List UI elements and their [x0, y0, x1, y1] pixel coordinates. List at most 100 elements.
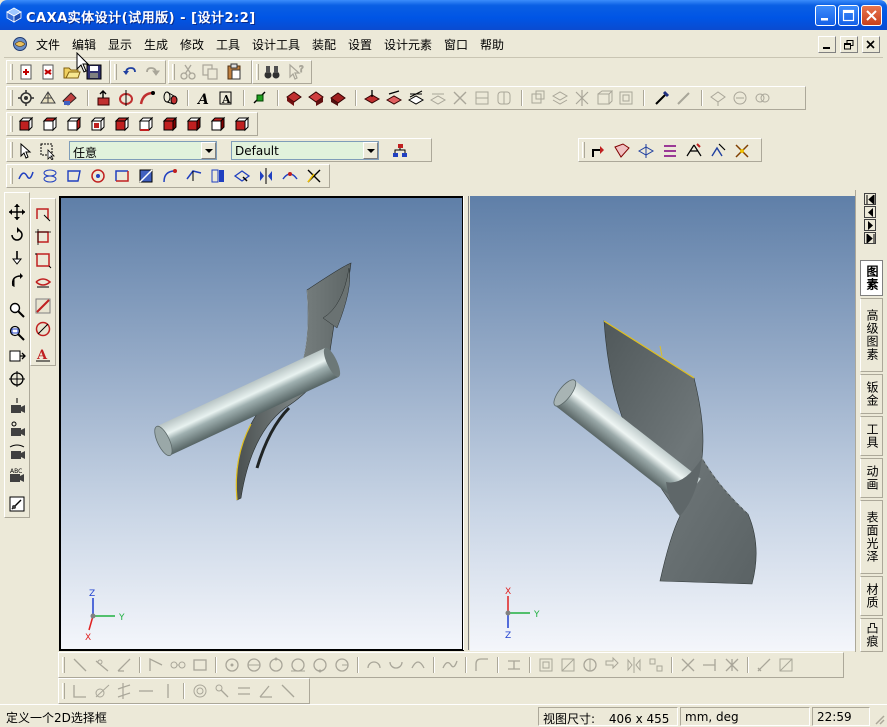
constraint-tangent-button[interactable]: [93, 682, 111, 700]
orbit-button[interactable]: [8, 226, 26, 244]
tab-prev-button[interactable]: [864, 206, 876, 218]
look-at-button[interactable]: [8, 370, 26, 388]
analysis-2-button[interactable]: [731, 89, 749, 107]
select-pointer-button[interactable]: [17, 142, 35, 160]
surface-5-button[interactable]: [685, 142, 703, 160]
surface-3-button[interactable]: [637, 142, 655, 160]
redo-button[interactable]: [143, 63, 161, 81]
menu-generate[interactable]: 生成: [144, 36, 168, 53]
draw-project-2-button[interactable]: [559, 656, 577, 674]
model-render-right[interactable]: X Y Z: [470, 196, 855, 651]
surface-6-button[interactable]: [709, 142, 727, 160]
style-select[interactable]: Default: [231, 141, 379, 160]
boolean-2-button[interactable]: [551, 89, 569, 107]
pan-button[interactable]: [8, 203, 26, 221]
camera-3-button[interactable]: [8, 443, 26, 461]
tab-next-button[interactable]: [864, 219, 876, 231]
camera-1-button[interactable]: [8, 397, 26, 415]
smart-snap-button[interactable]: [251, 89, 269, 107]
constraint-perpendicular-button[interactable]: [71, 682, 89, 700]
edit-shape-button[interactable]: [8, 495, 26, 513]
draw-line-button[interactable]: [71, 656, 89, 674]
new-file-button[interactable]: [17, 63, 35, 81]
tab-animation[interactable]: 动画: [860, 458, 883, 498]
new-design-button[interactable]: [39, 63, 57, 81]
curve-10-button[interactable]: [233, 167, 251, 185]
constraint-equal-button[interactable]: [235, 682, 253, 700]
model-render-left[interactable]: Z Y X: [61, 198, 462, 649]
menu-window[interactable]: 窗口: [444, 36, 468, 53]
curve-13-button[interactable]: [305, 167, 323, 185]
mdi-close-button[interactable]: [862, 36, 880, 53]
menu-modify[interactable]: 修改: [180, 36, 204, 53]
curve-9-button[interactable]: [209, 167, 227, 185]
menu-settings[interactable]: 设置: [348, 36, 372, 53]
boolean-1-button[interactable]: [529, 89, 547, 107]
fillet-button[interactable]: [307, 89, 325, 107]
menu-design-elements[interactable]: 设计元素: [384, 36, 432, 53]
draw-angle-button[interactable]: [115, 656, 133, 674]
menu-file[interactable]: 文件: [36, 36, 60, 53]
document-icon[interactable]: [12, 36, 28, 52]
menu-help[interactable]: 帮助: [480, 36, 504, 53]
tab-material[interactable]: 材质: [860, 576, 883, 616]
tab-last-button[interactable]: [864, 232, 876, 244]
draw-arc-1-button[interactable]: [365, 656, 383, 674]
render-button[interactable]: [263, 63, 281, 81]
curve-8-button[interactable]: [185, 167, 203, 185]
view-front-button[interactable]: [17, 115, 35, 133]
surface-2-button[interactable]: [613, 142, 631, 160]
tab-first-button[interactable]: [864, 193, 876, 205]
draw-convert-button[interactable]: [603, 656, 621, 674]
text-button[interactable]: A: [195, 89, 213, 107]
close-button[interactable]: [861, 5, 882, 26]
face-edit-7-button[interactable]: [495, 89, 513, 107]
sketch-3-button[interactable]: [34, 251, 52, 269]
dynamic-rotate-button[interactable]: [8, 272, 26, 290]
shape-tool-1-button[interactable]: [17, 89, 35, 107]
curve-5-button[interactable]: [113, 167, 131, 185]
view-iso-1-button[interactable]: [161, 115, 179, 133]
view-back-button[interactable]: [41, 115, 59, 133]
menu-edit[interactable]: 编辑: [72, 36, 96, 53]
shape-tool-3-button[interactable]: [61, 89, 79, 107]
view-iso-2-button[interactable]: [185, 115, 203, 133]
view-top-button[interactable]: [113, 115, 131, 133]
style-dropdown[interactable]: [363, 142, 378, 159]
tab-advanced-primitives[interactable]: 高级图素: [860, 298, 883, 372]
shell-button[interactable]: [285, 89, 303, 107]
curve-11-button[interactable]: [257, 167, 275, 185]
face-edit-5-button[interactable]: [451, 89, 469, 107]
viewport-left[interactable]: Z Y X: [59, 196, 464, 651]
draw-connect-button[interactable]: [169, 656, 187, 674]
face-edit-2-button[interactable]: [385, 89, 403, 107]
draw-rectangle-button[interactable]: [191, 656, 209, 674]
constraint-fix-button[interactable]: [279, 682, 297, 700]
sketch-2-button[interactable]: [34, 228, 52, 246]
paste-button[interactable]: [225, 63, 243, 81]
constraint-coincident-button[interactable]: [213, 682, 231, 700]
menu-assembly[interactable]: 装配: [312, 36, 336, 53]
draw-project-3-button[interactable]: [581, 656, 599, 674]
boolean-3-button[interactable]: [573, 89, 591, 107]
draw-circle-center-button[interactable]: [223, 656, 241, 674]
resize-grip-icon[interactable]: [873, 713, 885, 725]
text-3d-button[interactable]: A: [217, 89, 235, 107]
chamfer-button[interactable]: [329, 89, 347, 107]
selection-filter-select[interactable]: 任意: [69, 141, 217, 160]
zoom-window-button[interactable]: [8, 324, 26, 342]
draw-circle-2pt-button[interactable]: [245, 656, 263, 674]
face-edit-3-button[interactable]: [407, 89, 425, 107]
curve-4-button[interactable]: [89, 167, 107, 185]
mdi-minimize-button[interactable]: [818, 36, 836, 53]
viewport-right[interactable]: X Y Z: [470, 196, 855, 651]
measure-button[interactable]: [653, 89, 671, 107]
curve-3-button[interactable]: [65, 167, 83, 185]
design-tree-button[interactable]: [391, 142, 409, 160]
constraint-parallel-button[interactable]: [115, 682, 133, 700]
zoom-all-button[interactable]: [8, 347, 26, 365]
constraint-concentric-button[interactable]: [191, 682, 209, 700]
copy-button[interactable]: [201, 63, 219, 81]
analysis-3-button[interactable]: [753, 89, 771, 107]
draw-dimension-button[interactable]: [755, 656, 773, 674]
